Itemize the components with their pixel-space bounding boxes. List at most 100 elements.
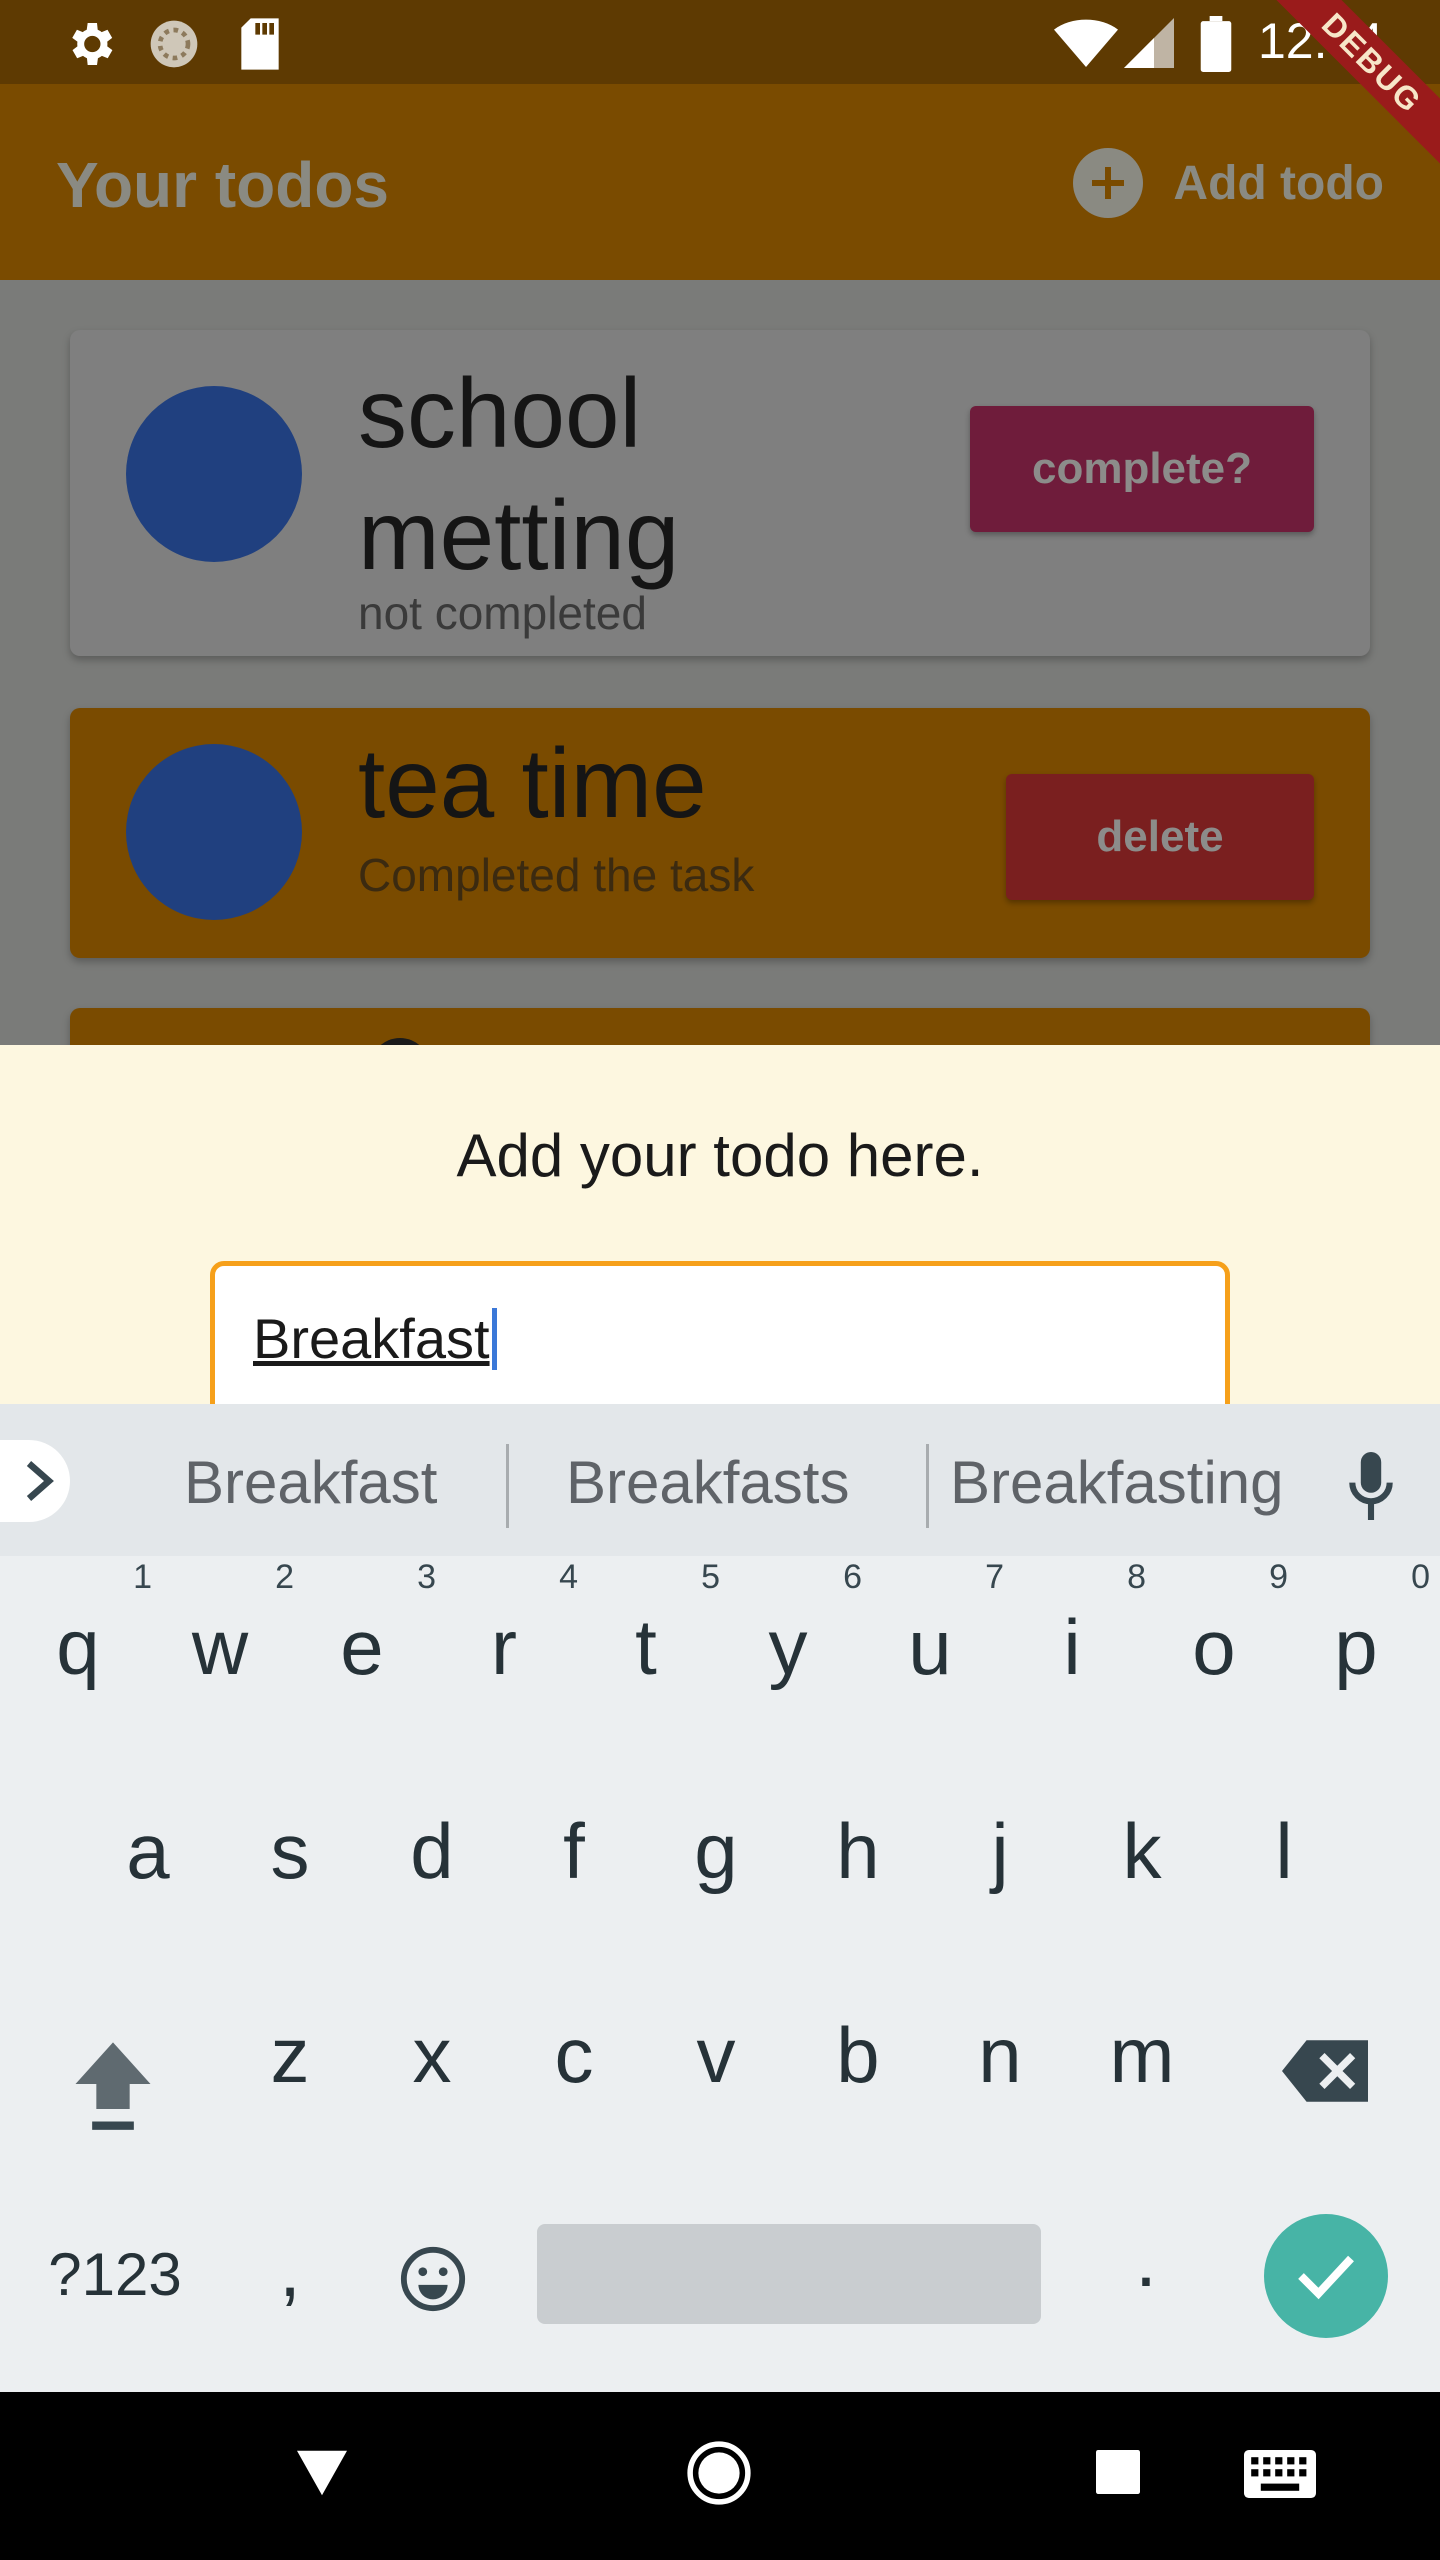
keyboard-icon[interactable] xyxy=(1244,2450,1316,2498)
back-icon[interactable] xyxy=(294,2448,350,2498)
key-p[interactable]: p0 xyxy=(1296,1558,1430,1693)
symbols-key[interactable]: ?123 xyxy=(40,2240,190,2309)
key-h[interactable]: h xyxy=(798,1806,918,1897)
complete-button[interactable]: complete? xyxy=(970,406,1314,532)
sync-icon xyxy=(150,20,198,68)
shift-icon[interactable] xyxy=(70,2034,156,2134)
key-y[interactable]: y6 xyxy=(728,1558,863,1693)
key-number-hint: 6 xyxy=(843,1558,862,1596)
key-number-hint: 0 xyxy=(1411,1558,1430,1596)
key-a[interactable]: a xyxy=(88,1806,208,1897)
soft-keyboard: Breakfast Breakfasts Breakfasting q1w2e3… xyxy=(0,1404,1440,2392)
todo-card[interactable]: tea time Completed the task delete xyxy=(70,708,1370,958)
page-title: Your todos xyxy=(56,149,389,221)
suggestion-item[interactable]: Breakfasts xyxy=(566,1448,849,1517)
home-icon[interactable] xyxy=(686,2440,752,2506)
expand-button[interactable] xyxy=(0,1440,70,1522)
status-bar: 12:44 xyxy=(0,0,1440,84)
emoji-icon[interactable] xyxy=(398,2244,468,2314)
key-j[interactable]: j xyxy=(940,1806,1060,1897)
add-circle-icon xyxy=(1073,148,1144,218)
key-l[interactable]: l xyxy=(1224,1806,1344,1897)
add-todo-sheet: Add your todo here. Breakfast xyxy=(0,1045,1440,1421)
recents-icon[interactable] xyxy=(1096,2450,1140,2494)
key-v[interactable]: v xyxy=(656,2010,776,2101)
key-label: u xyxy=(908,1603,952,1691)
add-todo-button[interactable]: Add todo xyxy=(1073,146,1384,220)
todo-card[interactable]: school metting not completed complete? xyxy=(70,330,1370,656)
clock: 12:44 xyxy=(1258,13,1384,69)
chevron-right-icon xyxy=(26,1461,54,1501)
key-number-hint: 5 xyxy=(701,1558,720,1596)
key-u[interactable]: u7 xyxy=(870,1558,1004,1693)
key-o[interactable]: o9 xyxy=(1154,1558,1288,1693)
key-b[interactable]: b xyxy=(798,2010,918,2101)
key-number-hint: 1 xyxy=(133,1558,152,1596)
key-d[interactable]: d xyxy=(372,1806,492,1897)
key-label: p xyxy=(1334,1603,1378,1691)
todo-status: not completed xyxy=(358,587,647,639)
period-key[interactable]: . xyxy=(1086,2214,1206,2305)
key-number-hint: 7 xyxy=(985,1558,1004,1596)
sd-card-icon xyxy=(241,18,279,70)
avatar xyxy=(126,386,302,562)
key-label: o xyxy=(1192,1603,1236,1691)
signal-icon xyxy=(1124,18,1174,68)
sheet-title: Add your todo here. xyxy=(456,1122,984,1189)
key-n[interactable]: n xyxy=(940,2010,1060,2101)
suggestion-bar: Breakfast Breakfasts Breakfasting xyxy=(0,1404,1440,1556)
key-label: t xyxy=(635,1603,657,1691)
key-i[interactable]: i8 xyxy=(1012,1558,1146,1693)
backspace-icon[interactable] xyxy=(1282,2040,1368,2102)
todo-title: tea time xyxy=(358,728,707,838)
key-number-hint: 9 xyxy=(1269,1558,1288,1596)
key-g[interactable]: g xyxy=(656,1806,776,1897)
key-c[interactable]: c xyxy=(514,2010,634,2101)
key-label: r xyxy=(491,1603,517,1691)
suggestion-item[interactable]: Breakfast xyxy=(184,1448,437,1517)
wifi-icon xyxy=(1054,19,1118,68)
todo-status: Completed the task xyxy=(358,849,755,901)
space-bar[interactable] xyxy=(537,2224,1041,2324)
avatar xyxy=(126,744,302,920)
todo-title: school metting xyxy=(358,358,680,590)
key-x[interactable]: x xyxy=(372,2010,492,2101)
key-label: e xyxy=(340,1603,384,1691)
todo-input-value: Breakfast xyxy=(253,1307,490,1370)
key-label: i xyxy=(1063,1603,1081,1691)
todo-input[interactable]: Breakfast xyxy=(210,1261,1230,1421)
key-t[interactable]: t5 xyxy=(586,1558,720,1693)
key-label: q xyxy=(56,1603,100,1691)
todo-card[interactable] xyxy=(70,1008,1370,1045)
avatar xyxy=(370,1038,430,1045)
navigation-bar xyxy=(0,2392,1440,2560)
app-bar: Your todos Add todo xyxy=(0,84,1440,280)
key-number-hint: 3 xyxy=(417,1558,436,1596)
key-label: w xyxy=(191,1603,249,1691)
comma-key[interactable]: , xyxy=(230,2224,350,2315)
key-label: y xyxy=(768,1603,808,1691)
key-number-hint: 2 xyxy=(275,1558,294,1596)
suggestion-divider xyxy=(926,1444,929,1528)
todo-list: school metting not completed complete? t… xyxy=(0,280,1440,1045)
key-m[interactable]: m xyxy=(1082,2010,1202,2101)
key-z[interactable]: z xyxy=(230,2010,350,2101)
suggestion-item[interactable]: Breakfasting xyxy=(950,1448,1284,1517)
battery-icon xyxy=(1200,16,1232,72)
key-number-hint: 8 xyxy=(1127,1558,1146,1596)
add-todo-label: Add todo xyxy=(1173,156,1384,210)
text-cursor xyxy=(491,1308,497,1370)
key-e[interactable]: e3 xyxy=(302,1558,436,1693)
gear-icon xyxy=(72,23,113,65)
mic-icon[interactable] xyxy=(1346,1452,1396,1520)
key-r[interactable]: r4 xyxy=(444,1558,578,1693)
check-icon xyxy=(1298,2255,1354,2300)
key-s[interactable]: s xyxy=(230,1806,350,1897)
key-k[interactable]: k xyxy=(1082,1806,1202,1897)
key-w[interactable]: w2 xyxy=(160,1558,294,1693)
key-f[interactable]: f xyxy=(514,1806,634,1897)
delete-button[interactable]: delete xyxy=(1006,774,1314,900)
key-q[interactable]: q1 xyxy=(18,1558,152,1693)
key-number-hint: 4 xyxy=(559,1558,578,1596)
enter-button[interactable] xyxy=(1264,2214,1388,2338)
